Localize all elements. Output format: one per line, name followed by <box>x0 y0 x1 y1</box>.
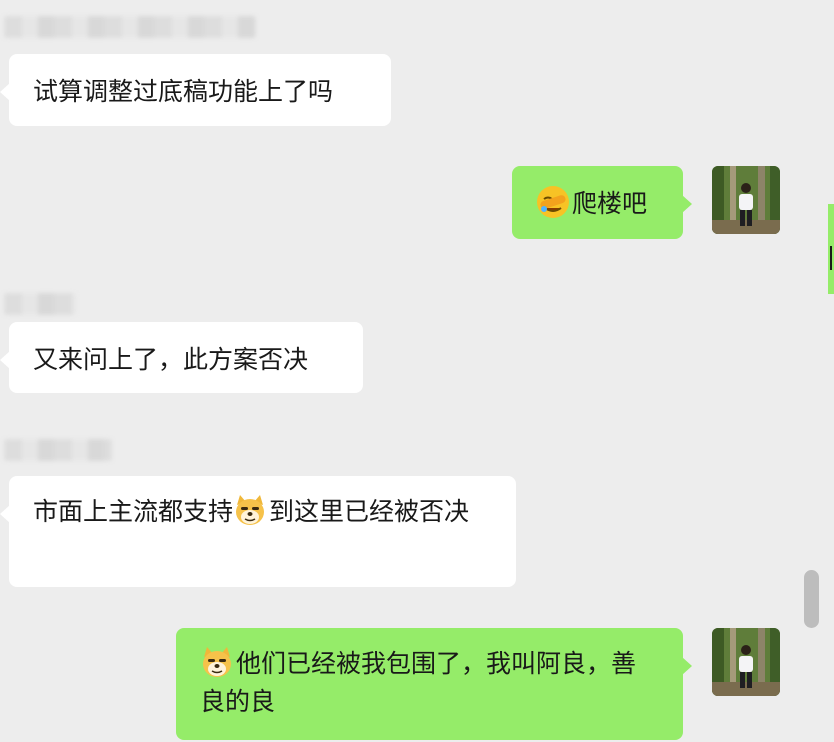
message-bubble-incoming[interactable]: 试算调整过底稿功能上了吗 <box>0 54 391 126</box>
message-text: 试算调整过底稿功能上了吗 <box>33 77 334 106</box>
window-edge-element <box>828 204 834 294</box>
message-text: 到这里已经被否决 <box>269 497 470 526</box>
user-avatar-photo <box>712 166 780 234</box>
message-text: 又来问上了，此方案否决 <box>33 345 309 374</box>
message-text: 市面上主流都支持 <box>33 497 234 526</box>
sender-name-blurred <box>4 16 256 38</box>
sender-name-blurred <box>4 439 112 461</box>
doge-emoji <box>236 495 265 525</box>
message-bubble-incoming[interactable]: 市面上主流都支持 到这里已经被否决 <box>0 476 516 587</box>
sender-name-blurred <box>4 293 76 315</box>
facepalm-emoji <box>537 186 569 218</box>
avatar[interactable] <box>712 166 780 234</box>
scrollbar-thumb[interactable] <box>804 570 819 628</box>
message-text: 他们已经被我包围了，我叫阿良，善良的良 <box>200 649 637 716</box>
message-text: 爬楼吧 <box>572 189 648 218</box>
message-bubble-incoming[interactable]: 又来问上了，此方案否决 <box>0 322 363 393</box>
message-bubble-outgoing[interactable]: 他们已经被我包围了，我叫阿良，善良的良 <box>176 628 692 740</box>
avatar[interactable] <box>712 628 780 696</box>
user-avatar-photo <box>712 628 780 696</box>
message-bubble-outgoing[interactable]: 爬楼吧 <box>512 166 692 239</box>
doge-emoji <box>203 647 231 677</box>
